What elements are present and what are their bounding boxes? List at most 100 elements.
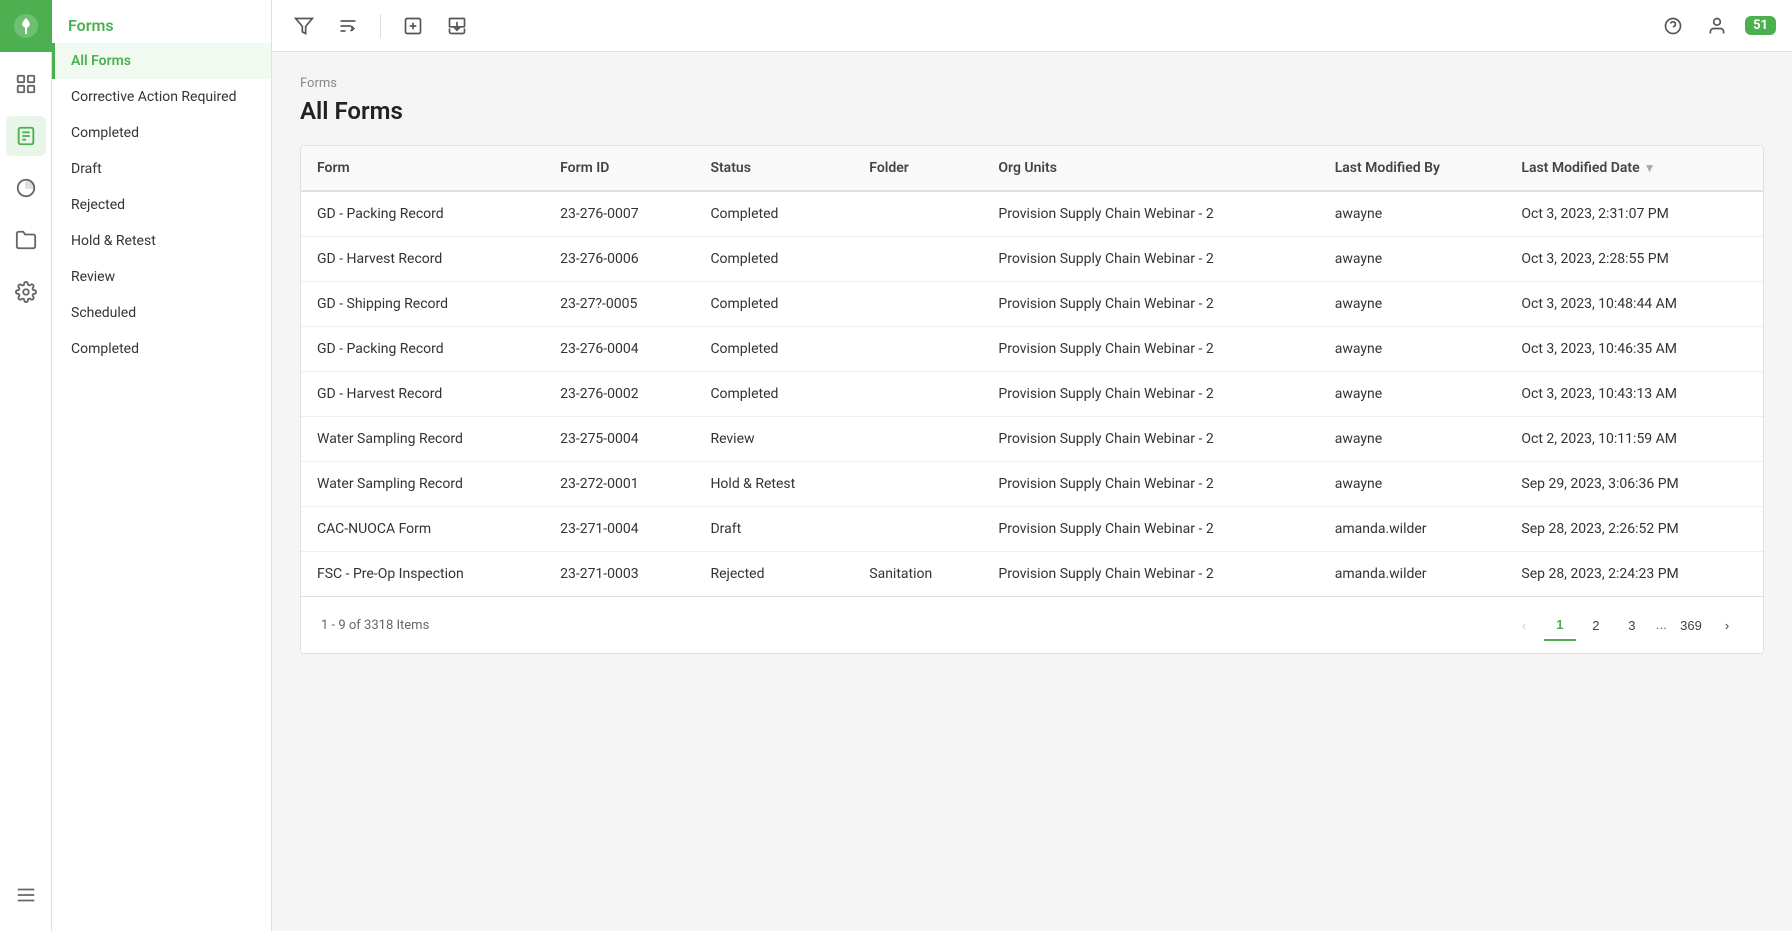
cell-last_modified_date-8: Sep 28, 2023, 2:24:23 PM bbox=[1505, 552, 1763, 597]
cell-form_id-6: 23-272-0001 bbox=[544, 462, 694, 507]
filter-button[interactable] bbox=[288, 10, 320, 42]
sidebar-item-all-forms[interactable]: All Forms bbox=[52, 43, 271, 79]
cell-last_modified_by-5: awayne bbox=[1319, 417, 1506, 462]
cell-folder-5 bbox=[853, 417, 982, 462]
add-button[interactable] bbox=[397, 10, 429, 42]
col-header-org_units: Org Units bbox=[982, 146, 1318, 191]
cell-status-3: Completed bbox=[694, 327, 853, 372]
cell-status-8: Rejected bbox=[694, 552, 853, 597]
sort-button[interactable] bbox=[332, 10, 364, 42]
cell-form_id-1: 23-276-0006 bbox=[544, 237, 694, 282]
col-header-last_modified_date[interactable]: Last Modified Date▼ bbox=[1505, 146, 1763, 191]
cell-last_modified_by-1: awayne bbox=[1319, 237, 1506, 282]
sidebar-item-completed2[interactable]: Completed bbox=[52, 331, 271, 367]
sidebar-item-corrective-action[interactable]: Corrective Action Required bbox=[52, 79, 271, 115]
cell-form-0: GD - Packing Record bbox=[301, 191, 544, 237]
cell-org_units-6: Provision Supply Chain Webinar - 2 bbox=[982, 462, 1318, 507]
cell-status-0: Completed bbox=[694, 191, 853, 237]
settings-icon[interactable] bbox=[6, 272, 46, 312]
col-header-status: Status bbox=[694, 146, 853, 191]
table-row[interactable]: Water Sampling Record23-272-0001Hold & R… bbox=[301, 462, 1763, 507]
sidebar-item-hold-retest[interactable]: Hold & Retest bbox=[52, 223, 271, 259]
cell-folder-3 bbox=[853, 327, 982, 372]
pagination-controls: ‹123...369› bbox=[1508, 609, 1743, 641]
breadcrumb: Forms bbox=[300, 76, 1764, 91]
pagination-page-1[interactable]: 1 bbox=[1544, 609, 1576, 641]
cell-form_id-2: 23-27?-0005 bbox=[544, 282, 694, 327]
dashboard-icon[interactable] bbox=[6, 64, 46, 104]
sidebar-item-scheduled[interactable]: Scheduled bbox=[52, 295, 271, 331]
pagination-ellipsis: ... bbox=[1652, 617, 1671, 633]
cell-form_id-7: 23-271-0004 bbox=[544, 507, 694, 552]
pagination-info: 1 - 9 of 3318 Items bbox=[321, 618, 429, 633]
icon-rail bbox=[0, 0, 52, 931]
cell-status-2: Completed bbox=[694, 282, 853, 327]
main-content: Forms All Forms FormForm IDStatusFolderO… bbox=[272, 52, 1792, 931]
pagination-page-2[interactable]: 2 bbox=[1580, 609, 1612, 641]
cell-org_units-3: Provision Supply Chain Webinar - 2 bbox=[982, 327, 1318, 372]
pagination-page-369[interactable]: 369 bbox=[1675, 609, 1707, 641]
cell-form-2: GD - Shipping Record bbox=[301, 282, 544, 327]
help-button[interactable] bbox=[1657, 10, 1689, 42]
table-row[interactable]: Water Sampling Record23-275-0004ReviewPr… bbox=[301, 417, 1763, 462]
col-header-form_id: Form ID bbox=[544, 146, 694, 191]
cell-last_modified_by-3: awayne bbox=[1319, 327, 1506, 372]
cell-last_modified_by-2: awayne bbox=[1319, 282, 1506, 327]
cell-last_modified_date-4: Oct 3, 2023, 10:43:13 AM bbox=[1505, 372, 1763, 417]
table-row[interactable]: GD - Shipping Record23-27?-0005Completed… bbox=[301, 282, 1763, 327]
cell-last_modified_date-1: Oct 3, 2023, 2:28:55 PM bbox=[1505, 237, 1763, 282]
table-row[interactable]: GD - Packing Record23-276-0007Completed P… bbox=[301, 191, 1763, 237]
cell-last_modified_date-3: Oct 3, 2023, 10:46:35 AM bbox=[1505, 327, 1763, 372]
forms-icon[interactable] bbox=[6, 116, 46, 156]
col-header-form: Form bbox=[301, 146, 544, 191]
col-header-last_modified_by: Last Modified By bbox=[1319, 146, 1506, 191]
download-button[interactable] bbox=[441, 10, 473, 42]
sidebar-item-review[interactable]: Review bbox=[52, 259, 271, 295]
cell-form_id-8: 23-271-0003 bbox=[544, 552, 694, 597]
separator-1 bbox=[380, 14, 381, 38]
sidebar-item-draft[interactable]: Draft bbox=[52, 151, 271, 187]
cell-last_modified_by-0: awayne bbox=[1319, 191, 1506, 237]
cell-org_units-4: Provision Supply Chain Webinar - 2 bbox=[982, 372, 1318, 417]
cell-folder-0 bbox=[853, 191, 982, 237]
cell-form-1: GD - Harvest Record bbox=[301, 237, 544, 282]
cell-last_modified_date-0: Oct 3, 2023, 2:31:07 PM bbox=[1505, 191, 1763, 237]
sort-icon-last_modified_date: ▼ bbox=[1644, 161, 1656, 175]
analytics-icon[interactable] bbox=[6, 168, 46, 208]
hamburger-icon[interactable] bbox=[6, 875, 46, 915]
cell-folder-7 bbox=[853, 507, 982, 552]
cell-status-5: Review bbox=[694, 417, 853, 462]
cell-form-5: Water Sampling Record bbox=[301, 417, 544, 462]
sidebar-item-completed[interactable]: Completed bbox=[52, 115, 271, 151]
notification-badge[interactable]: 51 bbox=[1745, 16, 1776, 35]
table-row[interactable]: FSC - Pre-Op Inspection23-271-0003Reject… bbox=[301, 552, 1763, 597]
cell-last_modified_by-8: amanda.wilder bbox=[1319, 552, 1506, 597]
cell-org_units-0: Provision Supply Chain Webinar - 2 bbox=[982, 191, 1318, 237]
table-row[interactable]: GD - Harvest Record23-276-0002CompletedP… bbox=[301, 372, 1763, 417]
col-header-folder: Folder bbox=[853, 146, 982, 191]
cell-folder-2 bbox=[853, 282, 982, 327]
sidebar-item-rejected[interactable]: Rejected bbox=[52, 187, 271, 223]
profile-button[interactable] bbox=[1701, 10, 1733, 42]
cell-org_units-5: Provision Supply Chain Webinar - 2 bbox=[982, 417, 1318, 462]
cell-form_id-0: 23-276-0007 bbox=[544, 191, 694, 237]
cell-org_units-8: Provision Supply Chain Webinar - 2 bbox=[982, 552, 1318, 597]
pagination-next[interactable]: › bbox=[1711, 609, 1743, 641]
table-row[interactable]: CAC-NUOCA Form23-271-0004DraftProvision … bbox=[301, 507, 1763, 552]
pagination-page-3[interactable]: 3 bbox=[1616, 609, 1648, 641]
table-row[interactable]: GD - Packing Record23-276-0004CompletedP… bbox=[301, 327, 1763, 372]
table-row[interactable]: GD - Harvest Record23-276-0006CompletedP… bbox=[301, 237, 1763, 282]
app-logo bbox=[0, 0, 52, 52]
cell-last_modified_date-6: Sep 29, 2023, 3:06:36 PM bbox=[1505, 462, 1763, 507]
sidebar-title: Forms bbox=[52, 0, 271, 43]
pagination-prev[interactable]: ‹ bbox=[1508, 609, 1540, 641]
cell-folder-6 bbox=[853, 462, 982, 507]
cell-form-7: CAC-NUOCA Form bbox=[301, 507, 544, 552]
cell-folder-4 bbox=[853, 372, 982, 417]
folder-icon[interactable] bbox=[6, 220, 46, 260]
cell-org_units-1: Provision Supply Chain Webinar - 2 bbox=[982, 237, 1318, 282]
main-wrapper: 51 Forms All Forms FormForm IDStatusFold… bbox=[272, 0, 1792, 931]
top-bar-right: 51 bbox=[1657, 10, 1776, 42]
cell-form_id-3: 23-276-0004 bbox=[544, 327, 694, 372]
cell-form-4: GD - Harvest Record bbox=[301, 372, 544, 417]
